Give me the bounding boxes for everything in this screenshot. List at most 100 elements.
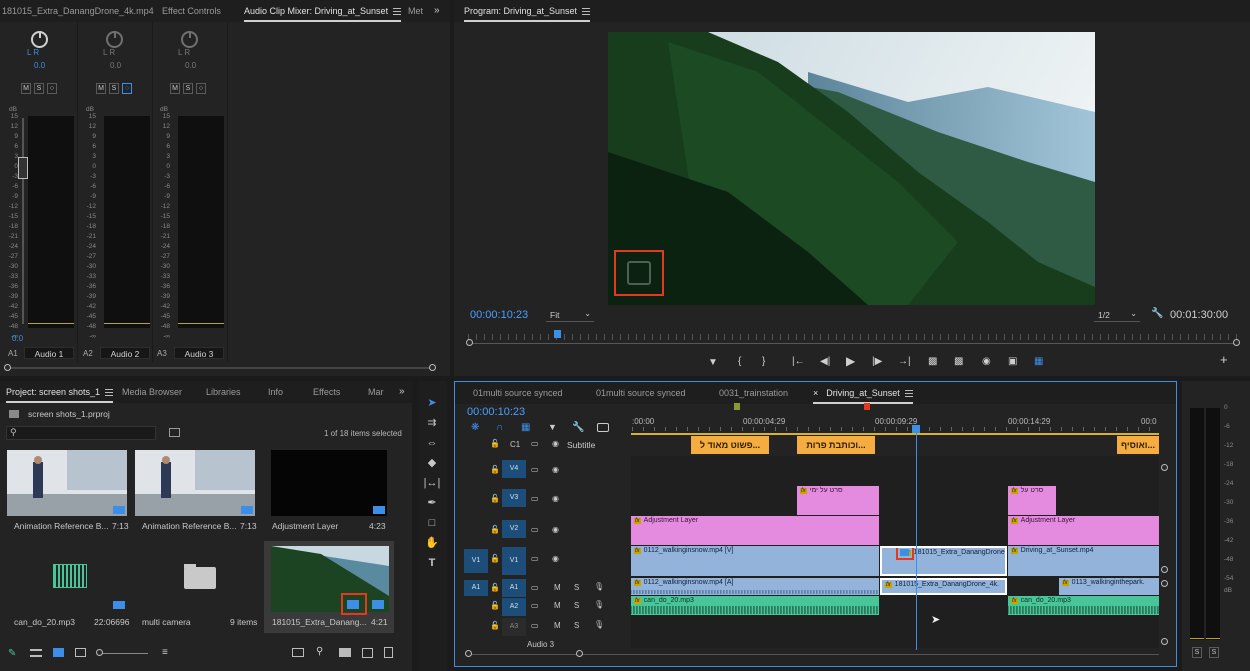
razor-tool-icon[interactable]: ◆ [419, 455, 445, 471]
playhead-marker[interactable] [553, 330, 561, 338]
clip-v1-video-selected[interactable]: fx181015_Extra_DanangDrone [880, 546, 1007, 576]
new-bin-from-search-icon[interactable] [169, 428, 180, 437]
add-button-icon[interactable]: + [1220, 353, 1228, 366]
overflow-icon[interactable]: » [434, 5, 440, 16]
new-item-icon[interactable] [362, 648, 373, 658]
scroll-end-handle[interactable] [429, 364, 436, 371]
eye-icon[interactable]: ◉ [552, 465, 559, 474]
tab-source[interactable]: 181015_Extra_DanangDrone_4k.mp4 [2, 0, 154, 22]
rectangle-tool-icon[interactable]: □ [419, 515, 445, 531]
vertical-scroll-handle[interactable] [1161, 580, 1168, 587]
eye-icon[interactable]: ◉ [552, 494, 559, 503]
clip-v1-video[interactable]: fx 0112_walkinginsnow.mp4 [V] [631, 546, 879, 576]
close-icon[interactable]: × [813, 388, 818, 398]
project-item-audio[interactable] [7, 545, 127, 611]
source-patch-a1[interactable]: A1 [464, 580, 488, 596]
mute-button[interactable]: M [170, 83, 180, 94]
scroll-start-handle[interactable] [4, 364, 11, 371]
sort-icon[interactable]: ≡ [162, 647, 168, 658]
solo-right-button[interactable]: S [1209, 647, 1219, 658]
vertical-scroll-handle[interactable] [1161, 566, 1168, 573]
sync-icon[interactable]: ▭ [531, 621, 539, 630]
clip-v2-adjustment[interactable]: fx Adjustment Layer [631, 516, 879, 545]
clip-v2-adjustment[interactable]: fx Adjustment Layer [1008, 516, 1159, 545]
subtitle-clip[interactable]: ואוסיף... [1117, 436, 1159, 454]
marker-icon[interactable] [864, 403, 870, 410]
pan-value[interactable]: 0.0 [34, 61, 45, 70]
track-target-a2[interactable]: A2 [502, 598, 526, 616]
lock-icon[interactable]: 🔓 [490, 601, 500, 610]
tab-info[interactable]: Info [268, 381, 283, 403]
tab-sequence-2[interactable]: 01multi source synced [596, 382, 686, 404]
project-item-bin[interactable] [135, 545, 255, 611]
find-icon[interactable]: ⚲ [316, 646, 323, 657]
menu-icon[interactable] [582, 8, 591, 16]
ripple-edit-tool-icon[interactable]: ⇔ [419, 435, 445, 451]
tab-sequence-3[interactable]: 0031_trainstation [719, 382, 788, 404]
source-patch-v1[interactable]: V1 [464, 549, 488, 573]
microphone-icon[interactable]: 🎙 [594, 600, 604, 609]
eye-icon[interactable]: ◉ [552, 554, 559, 563]
trash-icon[interactable] [384, 647, 393, 658]
solo-button[interactable]: S [574, 583, 579, 592]
vertical-scroll-handle[interactable] [1161, 638, 1168, 645]
freeform-view-icon[interactable] [75, 648, 86, 657]
mute-button[interactable]: M [21, 83, 31, 94]
solo-button[interactable]: S [34, 83, 44, 94]
tab-effect-controls[interactable]: Effect Controls [162, 0, 221, 22]
sync-icon[interactable]: ▭ [531, 601, 539, 610]
program-scrubber[interactable] [466, 330, 1240, 346]
tab-markers[interactable]: Mar [368, 381, 384, 403]
menu-icon[interactable] [105, 389, 114, 397]
pan-value[interactable]: 0.0 [185, 61, 196, 70]
project-item-selected[interactable]: 181015_Extra_Danang... 4:21 [264, 541, 394, 633]
sync-icon[interactable]: ▭ [531, 465, 539, 474]
resolution-dropdown[interactable]: 1/2 ⌄ [1094, 308, 1140, 322]
pan-knob-icon[interactable] [31, 31, 48, 48]
menu-icon[interactable] [393, 8, 402, 16]
record-button[interactable]: ○ [196, 83, 206, 94]
track-target-a3[interactable]: A3 [502, 618, 526, 636]
eye-icon[interactable]: ◉ [552, 439, 559, 448]
slip-tool-icon[interactable]: |↔| [419, 475, 445, 491]
lock-icon[interactable]: 🔓 [490, 583, 500, 592]
solo-button[interactable]: S [574, 621, 579, 630]
tab-sequence-active[interactable]: × Driving_at_Sunset [813, 382, 913, 404]
project-item-thumbnail[interactable] [7, 450, 127, 516]
new-bin-icon[interactable] [339, 648, 351, 657]
pan-value[interactable]: 0.0 [110, 61, 121, 70]
timeline-timecode[interactable]: 00:00:10:23 [467, 406, 525, 418]
solo-button[interactable]: S [109, 83, 119, 94]
work-area-bar[interactable] [631, 433, 1159, 435]
sync-icon[interactable]: ▭ [531, 494, 539, 503]
microphone-icon[interactable]: 🎙 [594, 620, 604, 629]
lock-icon[interactable]: 🔓 [490, 525, 500, 534]
icon-view-icon[interactable] [53, 648, 64, 657]
mark-in-icon[interactable]: { [738, 356, 741, 368]
timeline-playhead-line[interactable] [916, 432, 917, 650]
type-tool-icon[interactable]: T [419, 555, 445, 571]
solo-left-button[interactable]: S [1192, 647, 1202, 658]
mute-button[interactable]: M [554, 621, 561, 630]
overflow-icon[interactable]: » [399, 386, 405, 397]
solo-button[interactable]: S [183, 83, 193, 94]
horizontal-scrollbar[interactable] [469, 654, 1159, 655]
selection-tool-icon[interactable]: ➤ [419, 395, 445, 411]
tab-sequence-1[interactable]: 01multi source synced [473, 382, 563, 404]
lift-icon[interactable]: ▩ [928, 356, 937, 368]
sync-icon[interactable]: ▭ [531, 583, 539, 592]
track-target-a1[interactable]: A1 [502, 579, 526, 597]
go-to-in-icon[interactable]: |← [792, 356, 805, 368]
hand-tool-icon[interactable]: ✋ [419, 535, 445, 551]
proxy-toggle-button-icon[interactable]: ▦ [1034, 356, 1043, 368]
tab-audio-clip-mixer[interactable]: Audio Clip Mixer: Driving_at_Sunset [244, 0, 402, 22]
comparison-view-icon[interactable]: ▣ [1008, 356, 1017, 368]
play-icon[interactable]: ▶ [846, 355, 855, 367]
pan-knob-icon[interactable] [106, 31, 123, 48]
vertical-scroll-handle[interactable] [1161, 464, 1168, 471]
project-item-thumbnail[interactable] [135, 450, 255, 516]
pen-tool-icon[interactable]: ✒ [419, 495, 445, 511]
search-input[interactable]: ⚲ [6, 426, 156, 440]
snap-icon[interactable]: ∩ [496, 422, 503, 433]
extract-icon[interactable]: ▩ [954, 356, 963, 368]
